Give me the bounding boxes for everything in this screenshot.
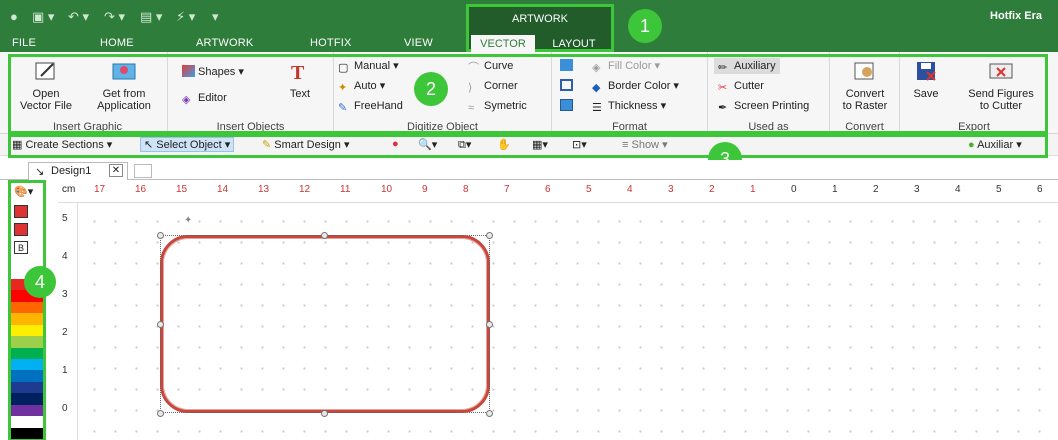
color-swatch[interactable] bbox=[11, 347, 43, 360]
handle-middle-left[interactable] bbox=[157, 321, 164, 328]
palette-menu-icon[interactable]: 🎨▾ bbox=[14, 185, 33, 198]
ruler-top-label: 11 bbox=[340, 184, 351, 195]
tab-hotfix[interactable]: HOTFIX bbox=[310, 37, 352, 49]
color-swatch[interactable] bbox=[11, 427, 43, 440]
ruler-top-label: 9 bbox=[422, 184, 428, 195]
color-swatch[interactable] bbox=[11, 359, 43, 371]
tab-file[interactable]: FILE bbox=[12, 37, 36, 49]
handle-top-left[interactable] bbox=[157, 232, 164, 239]
app-title: Hotfix Era bbox=[990, 10, 1042, 22]
ruler-left-label: 0 bbox=[62, 403, 68, 414]
ruler-top-label: 3 bbox=[914, 184, 920, 195]
artwork-context-tabs: ARTWORK VECTOR LAYOUT bbox=[466, 4, 614, 53]
ruler-top-label: 16 bbox=[135, 184, 147, 195]
new-tab-icon[interactable] bbox=[134, 164, 152, 178]
handle-top-middle[interactable] bbox=[321, 232, 328, 239]
color-swatch[interactable] bbox=[11, 336, 43, 349]
color-swatch-list bbox=[11, 279, 43, 440]
tab-layout[interactable]: LAYOUT bbox=[541, 35, 607, 53]
ruler-top-label: 17 bbox=[94, 184, 106, 195]
close-tab-icon[interactable]: ✕ bbox=[109, 164, 123, 177]
color-swatch[interactable] bbox=[11, 393, 43, 406]
ruler-top-label: 3 bbox=[668, 184, 674, 195]
handle-middle-right[interactable] bbox=[486, 321, 493, 328]
ruler-top-label: 2 bbox=[873, 184, 879, 195]
ruler-top-label: 1 bbox=[750, 184, 756, 195]
ruler-unit: cm bbox=[62, 184, 76, 195]
handle-bottom-right[interactable] bbox=[486, 410, 493, 417]
highlight-box-toolbar bbox=[8, 134, 1048, 158]
save-quick-icon[interactable]: ▣ ▾ bbox=[32, 9, 54, 25]
handle-top-right[interactable] bbox=[486, 232, 493, 239]
background-swatch-icon[interactable]: B bbox=[14, 241, 28, 254]
ruler-top-label: 13 bbox=[258, 184, 270, 195]
border-swatch-icon[interactable] bbox=[14, 223, 28, 236]
callout-badge-2: 2 bbox=[414, 72, 448, 106]
rotation-center-icon[interactable]: ✦ bbox=[184, 215, 192, 226]
redo-icon[interactable]: ↷ ▾ bbox=[104, 9, 125, 25]
design-file-icon: ↘ bbox=[35, 166, 45, 178]
document-tab[interactable]: ↘ Design1 ✕ bbox=[28, 162, 128, 180]
handle-bottom-middle[interactable] bbox=[321, 410, 328, 417]
app-logo-icon: ● bbox=[10, 9, 18, 24]
tab-vector[interactable]: VECTOR bbox=[471, 35, 535, 53]
ruler-top-label: 10 bbox=[381, 184, 393, 195]
color-swatch[interactable] bbox=[11, 301, 43, 314]
document-tab-strip bbox=[0, 160, 1058, 180]
fill-swatch-icon[interactable] bbox=[14, 205, 28, 218]
ruler-left-label: 3 bbox=[62, 289, 68, 300]
ruler-top-label: 4 bbox=[955, 184, 961, 195]
tab-home[interactable]: HOME bbox=[100, 37, 134, 49]
document-tab-label: Design1 bbox=[51, 165, 92, 177]
color-swatch[interactable] bbox=[11, 313, 43, 326]
ruler-top-label: 6 bbox=[1037, 184, 1043, 195]
context-group-label: ARTWORK bbox=[511, 13, 569, 25]
ruler-top-label: 2 bbox=[709, 184, 715, 195]
tab-artwork[interactable]: ARTWORK bbox=[196, 37, 253, 49]
ruler-top-label: 5 bbox=[586, 184, 592, 195]
ruler-top-label: 0 bbox=[791, 184, 797, 195]
ruler-top-label: 5 bbox=[996, 184, 1002, 195]
ruler-left-label: 1 bbox=[62, 365, 68, 376]
ruler-left-label: 4 bbox=[62, 251, 68, 262]
color-swatch[interactable] bbox=[11, 381, 43, 394]
design-canvas[interactable]: ✦ bbox=[78, 203, 1058, 440]
ruler-top-label: 12 bbox=[299, 184, 311, 195]
selection-bounding-box bbox=[160, 235, 490, 413]
vertical-ruler: 5432101 bbox=[58, 203, 78, 440]
ruler-top-label: 8 bbox=[463, 184, 469, 195]
handle-bottom-left[interactable] bbox=[157, 410, 164, 417]
ruler-top-label: 14 bbox=[217, 184, 229, 195]
ruler-top-label: 6 bbox=[545, 184, 551, 195]
callout-badge-4: 4 bbox=[24, 266, 56, 298]
color-swatch[interactable] bbox=[11, 324, 43, 337]
customize-quick-access-icon[interactable]: ▾ bbox=[212, 9, 219, 25]
horizontal-ruler: cm 17 16 15 14 13 12 11 10 9 8 7 6 5 4 3 2 1 0 1 2 3 4 5 6 bbox=[58, 181, 1058, 203]
flash-icon[interactable]: ⚡ ▾ bbox=[176, 9, 195, 25]
color-swatch[interactable] bbox=[11, 404, 43, 417]
ruler-top-label: 7 bbox=[504, 184, 510, 195]
tab-view[interactable]: VIEW bbox=[404, 37, 433, 49]
clipboard-icon[interactable]: ▤ ▾ bbox=[140, 9, 162, 25]
color-swatch[interactable] bbox=[11, 370, 43, 383]
callout-badge-1: 1 bbox=[628, 9, 662, 43]
ruler-top-label: 4 bbox=[627, 184, 633, 195]
undo-icon[interactable]: ↶ ▾ bbox=[68, 9, 89, 25]
color-palette-panel: 🎨▾ B bbox=[8, 180, 46, 440]
highlight-box-ribbon bbox=[8, 54, 1048, 134]
color-swatch[interactable] bbox=[11, 416, 43, 429]
ruler-left-label: 5 bbox=[62, 213, 68, 224]
ruler-top-label: 1 bbox=[832, 184, 838, 195]
ruler-top-label: 15 bbox=[176, 184, 188, 195]
ruler-left-label: 2 bbox=[62, 327, 68, 338]
